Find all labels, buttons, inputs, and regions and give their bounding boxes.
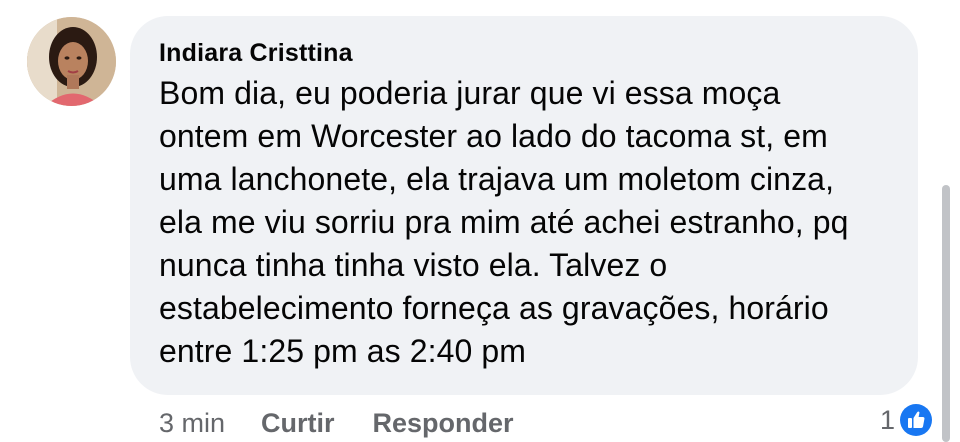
comment-author[interactable]: Indiara Cristtina	[159, 37, 890, 69]
like-button[interactable]: Curtir	[261, 408, 335, 439]
comment-text-line: Bom dia, eu poderia jurar que vi essa mo…	[159, 75, 781, 111]
comment-text-line: nunca tinha tinha visto ela. Talvez o	[159, 247, 668, 283]
reaction-summary[interactable]: 1	[880, 402, 935, 438]
comment-text: Bom dia, eu poderia jurar que vi essa mo…	[159, 72, 890, 373]
scrollbar[interactable]	[942, 185, 950, 442]
avatar-image	[27, 17, 116, 106]
comment-container: Indiara Cristtina Bom dia, eu poderia ju…	[0, 0, 960, 442]
comment-timestamp[interactable]: 3 min	[159, 408, 225, 439]
comment-text-line: ela me viu sorriu pra mim até achei estr…	[159, 204, 849, 240]
comment-actions: 3 min Curtir Responder	[159, 405, 552, 441]
avatar[interactable]	[27, 17, 116, 106]
comment-text-line: entre 1:25 pm as 2:40 pm	[159, 333, 527, 369]
comment-bubble: Indiara Cristtina Bom dia, eu poderia ju…	[130, 16, 918, 395]
reaction-count: 1	[880, 404, 896, 435]
comment-text-line: uma lanchonete, ela trajava um moletom c…	[159, 161, 835, 197]
comment-text-line: ontem em Worcester ao lado do tacoma st,…	[159, 118, 828, 154]
reply-button[interactable]: Responder	[373, 408, 514, 439]
thumbs-up-icon	[898, 402, 935, 438]
comment-text-line: estabelecimento forneça as gravações, ho…	[159, 290, 829, 326]
